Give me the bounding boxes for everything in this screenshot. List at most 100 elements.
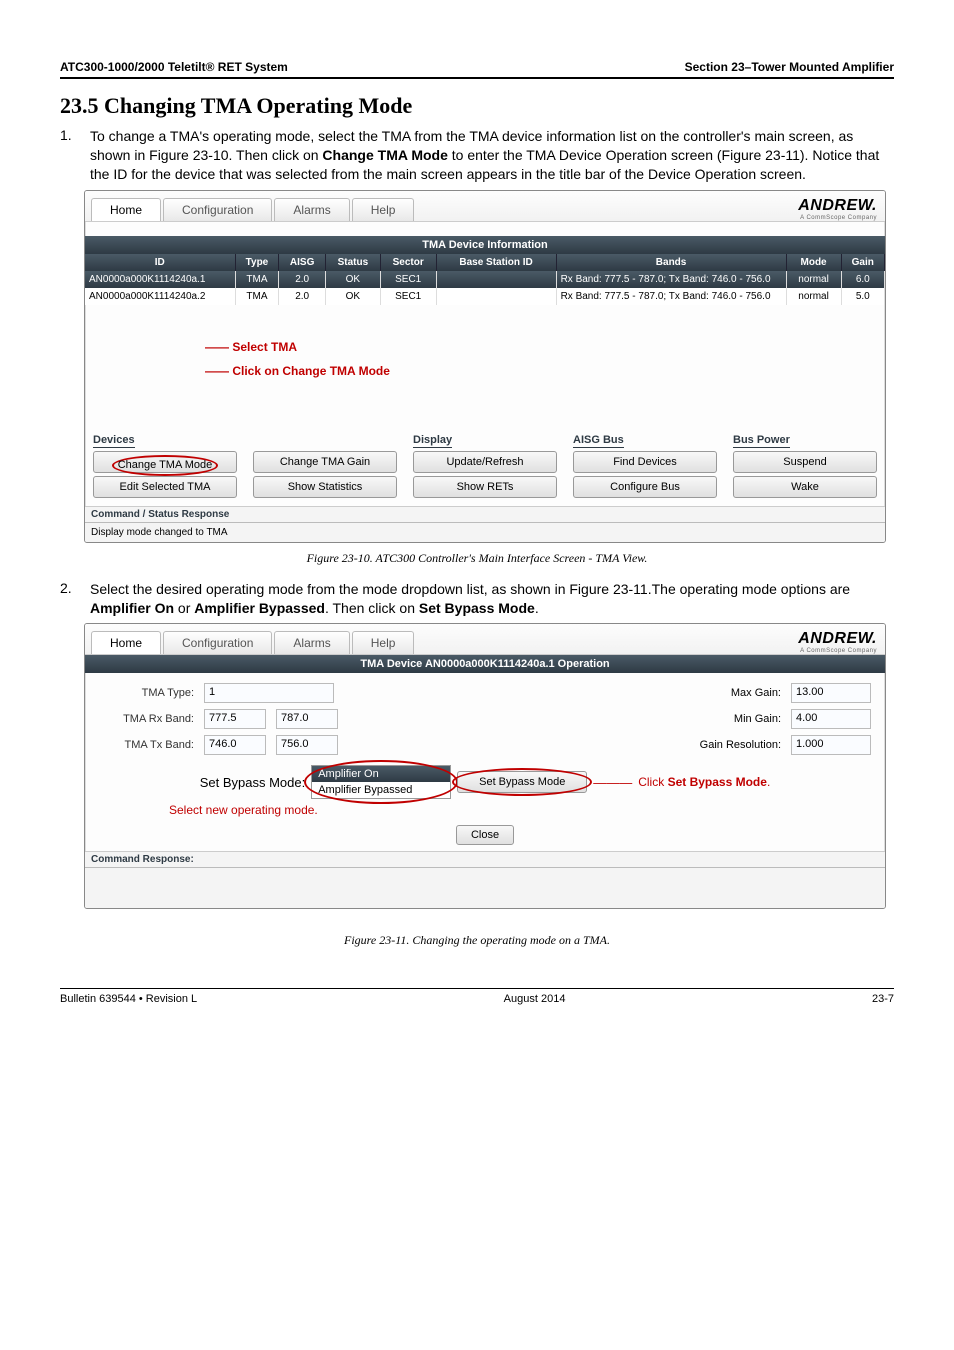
cell-bands: Rx Band: 777.5 - 787.0; Tx Band: 746.0 -… [556,288,786,305]
change-tma-gain-button[interactable]: Change TMA Gain [253,451,397,473]
table-row-selected[interactable]: AN0000a000K1114240a.1 TMA 2.0 OK SEC1 Rx… [85,271,885,288]
gain-res-label: Gain Resolution: [681,739,781,751]
cell-type: TMA [235,288,279,305]
brand-subtext: A CommScope Company [798,648,877,654]
cell-bands: Rx Band: 777.5 - 787.0; Tx Band: 746.0 -… [556,271,786,288]
tab-home[interactable]: Home [91,198,161,221]
step-number: 2. [60,580,78,618]
step2-bold-c: Set Bypass Mode [419,600,535,616]
dropdown-option[interactable]: Amplifier Bypassed [312,782,450,798]
figure-23-10: Home Configuration Alarms Help ANDREW. A… [60,190,894,543]
group-devices-2: . Change TMA Gain Show Statistics [253,431,397,498]
doc-title-left: ATC300-1000/2000 Teletilt® RET System [60,60,288,74]
col-mode: Mode [786,254,841,271]
cell-status: OK [325,271,380,288]
cell-base [436,271,556,288]
col-gain: Gain [841,254,884,271]
group-bus-power: Bus Power Suspend Wake [733,431,877,498]
step2-bold-b: Amplifier Bypassed [194,600,325,616]
col-bands: Bands [556,254,786,271]
step-2: 2. Select the desired operating mode fro… [60,580,894,618]
annot1-a: Select [232,340,271,354]
page-footer: Bulletin 639544 • Revision L August 2014… [60,988,894,1005]
cell-mode: normal [786,271,841,288]
min-gain-label: Min Gain: [681,713,781,725]
status-bar: Command / Status Response Display mode c… [85,506,885,542]
tab-configuration[interactable]: Configuration [163,631,272,654]
step2-text-d: . [535,600,539,616]
cell-status: OK [325,288,380,305]
footer-center: August 2014 [504,993,566,1005]
tab-bar: Home Configuration Alarms Help ANDREW. A… [85,191,885,222]
col-id: ID [85,254,235,271]
caption-23-10: Figure 23-10. ATC300 Controller's Main I… [60,551,894,566]
row-tx-band: TMA Tx Band: 746.0 756.0 Gain Resolution… [99,735,871,755]
find-devices-button[interactable]: Find Devices [573,451,717,473]
max-gain-label: Max Gain: [681,687,781,699]
table-row[interactable]: AN0000a000K1114240a.2 TMA 2.0 OK SEC1 Rx… [85,288,885,305]
close-button[interactable]: Close [456,825,514,845]
col-type: Type [235,254,279,271]
highlight-oval: Change TMA Mode [112,455,219,476]
update-refresh-button[interactable]: Update/Refresh [413,451,557,473]
suspend-button[interactable]: Suspend [733,451,877,473]
tab-alarms[interactable]: Alarms [274,198,349,221]
brand-text: ANDREW. [798,197,877,214]
group-devices: Devices Change TMA Mode Edit Selected TM… [93,431,237,498]
group-aisg-bus-label: AISG Bus [573,434,624,448]
gain-res-input[interactable]: 1.000 [791,735,871,755]
show-rets-button[interactable]: Show RETs [413,476,557,498]
configure-bus-button[interactable]: Configure Bus [573,476,717,498]
table-header-row: ID Type AISG Status Sector Base Station … [85,254,885,271]
min-gain-input[interactable]: 4.00 [791,709,871,729]
annot-select-mode: Select new operating mode. [169,803,871,817]
group-bus-power-label: Bus Power [733,434,790,448]
cell-aisg: 2.0 [279,271,325,288]
brand-logo: ANDREW. A CommScope Company [798,628,885,654]
brand-text: ANDREW. [798,630,877,647]
rx-band-label: TMA Rx Band: [99,713,194,725]
cell-aisg: 2.0 [279,288,325,305]
tab-help[interactable]: Help [352,631,415,654]
step2-bold-a: Amplifier On [90,600,174,616]
mode-row: Set Bypass Mode: Amplifier On Amplifier … [99,765,871,799]
footer-left: Bulletin 639544 • Revision L [60,993,197,1005]
tma-type-label: TMA Type: [99,687,194,699]
tma-table: ID Type AISG Status Sector Base Station … [85,254,885,305]
command-response-body [85,868,885,908]
step1-bold-a: Change TMA Mode [322,147,447,163]
wake-button[interactable]: Wake [733,476,877,498]
rx-band-input-1[interactable]: 777.5 [204,709,266,729]
group-aisg-bus: AISG Bus Find Devices Configure Bus [573,431,717,498]
tab-home[interactable]: Home [91,631,161,654]
tx-band-input-1[interactable]: 746.0 [204,735,266,755]
cell-gain: 6.0 [841,271,884,288]
set-bypass-mode-button[interactable]: Set Bypass Mode [457,771,587,793]
status-bar: Command Response: [85,851,885,908]
col-sector: Sector [380,254,436,271]
annot-click-set-bypass: Click Set Bypass Mode. [638,775,770,789]
annot-a: Click [638,775,667,789]
tab-alarms[interactable]: Alarms [274,631,349,654]
mode-dropdown[interactable]: Amplifier On Amplifier Bypassed [311,765,451,799]
page-header: ATC300-1000/2000 Teletilt® RET System Se… [60,60,894,79]
group-devices-label: Devices [93,434,135,448]
rx-band-input-2[interactable]: 787.0 [276,709,338,729]
col-status: Status [325,254,380,271]
section-heading: 23.5 Changing TMA Operating Mode [60,93,894,119]
edit-selected-tma-button[interactable]: Edit Selected TMA [93,476,237,498]
tx-band-input-2[interactable]: 756.0 [276,735,338,755]
tab-help[interactable]: Help [352,198,415,221]
tma-type-input[interactable]: 1 [204,683,334,703]
step-body: Select the desired operating mode from t… [90,580,894,618]
tab-configuration[interactable]: Configuration [163,198,272,221]
step-1: 1. To change a TMA's operating mode, sel… [60,127,894,184]
brand-logo: ANDREW. A CommScope Company [798,195,885,221]
max-gain-input[interactable]: 13.00 [791,683,871,703]
show-statistics-button[interactable]: Show Statistics [253,476,397,498]
dropdown-selected[interactable]: Amplifier On [312,766,450,782]
tab-bar: Home Configuration Alarms Help ANDREW. A… [85,624,885,655]
change-tma-mode-button[interactable]: Change TMA Mode [93,451,237,473]
col-aisg: AISG [279,254,325,271]
cell-type: TMA [235,271,279,288]
